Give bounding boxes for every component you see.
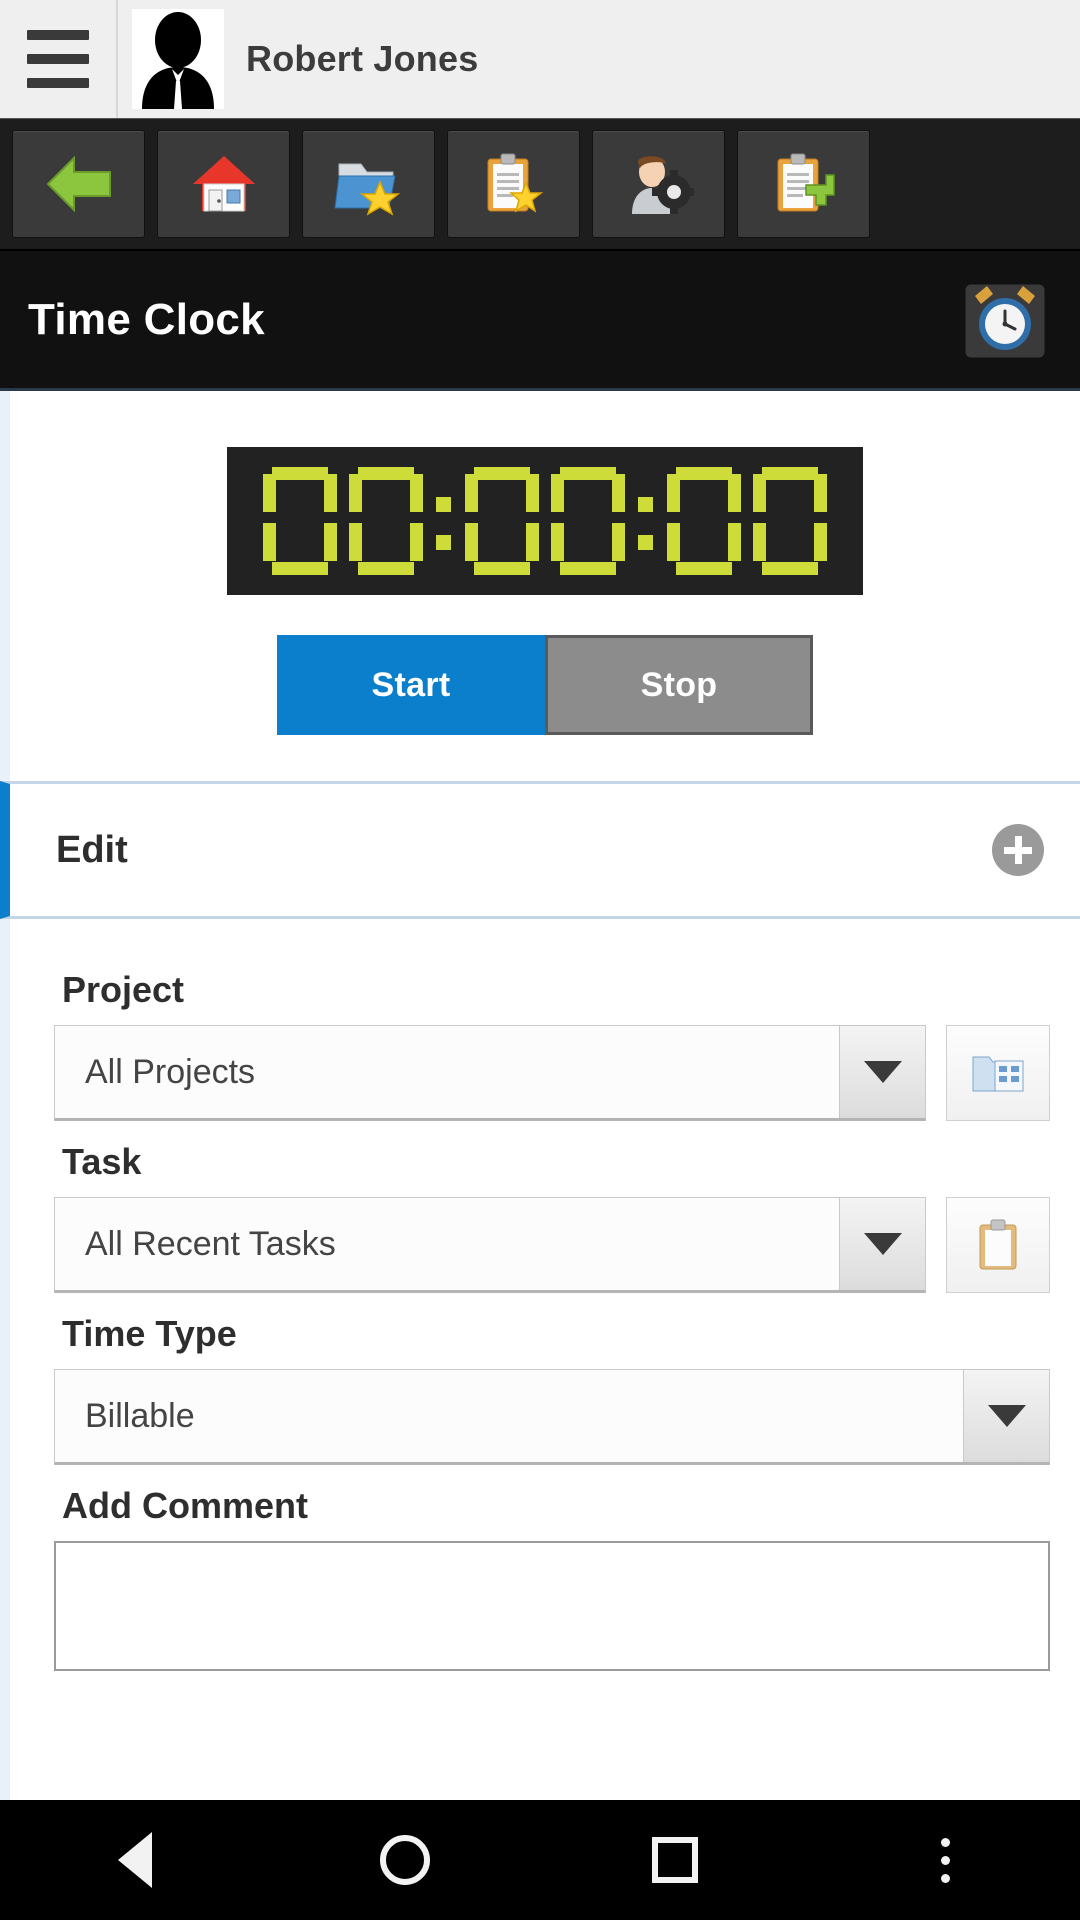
chevron-down-icon[interactable] <box>963 1370 1049 1462</box>
alarm-clock-glyph <box>964 283 1046 358</box>
house-icon <box>192 156 255 212</box>
plus-vertical <box>1015 836 1022 864</box>
folder-browse-glyph <box>972 1056 1024 1092</box>
clipboard-browse-icon[interactable] <box>946 1197 1050 1293</box>
clipboard-browse-glyph <box>979 1219 1017 1270</box>
page-title-bar: Time Clock <box>0 251 1080 391</box>
folder-browse-icon[interactable] <box>946 1025 1050 1121</box>
nav-home-button[interactable] <box>330 1800 480 1920</box>
project-row: All Projects <box>54 1025 1050 1121</box>
project-label: Project <box>62 969 185 1010</box>
page-title: Time Clock <box>28 294 265 344</box>
alarm-clock-icon[interactable] <box>958 277 1052 363</box>
task-label: Task <box>62 1141 142 1182</box>
task-value: All Recent Tasks <box>85 1224 336 1263</box>
timer-digit <box>667 467 741 575</box>
hamburger-bar <box>27 30 89 40</box>
time-type-row: Billable <box>54 1369 1050 1465</box>
timer-controls: Start Stop <box>277 635 813 735</box>
timer-colon <box>631 467 661 575</box>
favorite-tasks-button[interactable] <box>447 130 580 238</box>
comment-input[interactable] <box>54 1541 1050 1671</box>
user-avatar-silhouette <box>142 12 214 109</box>
timer-digit <box>465 467 539 575</box>
three-dots-menu-icon <box>940 1837 950 1883</box>
nav-back-button[interactable] <box>60 1800 210 1920</box>
plus-circle-icon[interactable] <box>992 824 1044 876</box>
timer-panel: Start Stop <box>0 391 1080 781</box>
timer-digit <box>753 467 827 575</box>
android-nav-bar <box>0 1800 1080 1920</box>
triangle-back-icon <box>118 1832 152 1888</box>
back-button[interactable] <box>12 130 145 238</box>
project-value: All Projects <box>85 1052 256 1091</box>
clipboard-plus-icon <box>777 153 835 212</box>
square-recents-icon <box>652 1837 698 1883</box>
chevron-down-icon[interactable] <box>839 1198 925 1290</box>
project-select[interactable]: All Projects <box>54 1025 926 1121</box>
circle-home-icon <box>380 1835 430 1885</box>
green-left-arrow-icon <box>46 155 111 213</box>
timer-digit <box>551 467 625 575</box>
user-settings-button[interactable] <box>592 130 725 238</box>
stop-button[interactable]: Stop <box>545 635 813 735</box>
person-gear-icon <box>631 156 694 214</box>
chevron-down-icon[interactable] <box>839 1026 925 1118</box>
hamburger-bar <box>27 78 89 88</box>
timer-display <box>227 447 863 595</box>
time-type-select[interactable]: Billable <box>54 1369 1050 1465</box>
hamburger-bar <box>27 54 89 64</box>
new-task-button[interactable] <box>737 130 870 238</box>
avatar[interactable] <box>132 9 224 109</box>
nav-overflow-button[interactable] <box>870 1800 1020 1920</box>
home-button[interactable] <box>157 130 290 238</box>
task-row: All Recent Tasks <box>54 1197 1050 1293</box>
app-root: Robert Jones Time Clock Start Stop Edit … <box>0 0 1080 1920</box>
timer-digit <box>349 467 423 575</box>
timer-digit <box>263 467 337 575</box>
edit-section-header: Edit <box>0 781 1080 919</box>
start-button[interactable]: Start <box>277 635 545 735</box>
nav-recents-button[interactable] <box>600 1800 750 1920</box>
clipboard-star-icon <box>487 153 543 213</box>
user-header: Robert Jones <box>0 0 1080 118</box>
comment-label: Add Comment <box>62 1485 308 1526</box>
edit-section-title: Edit <box>56 828 128 871</box>
folder-star-icon <box>333 163 400 216</box>
task-select[interactable]: All Recent Tasks <box>54 1197 926 1293</box>
time-type-label: Time Type <box>62 1313 237 1354</box>
hamburger-menu-icon[interactable] <box>0 0 118 118</box>
favorite-projects-button[interactable] <box>302 130 435 238</box>
timer-colon <box>429 467 459 575</box>
user-name: Robert Jones <box>246 38 479 79</box>
edit-form: Project All Projects Task All Recent Tas… <box>0 919 1080 1800</box>
icon-toolbar <box>0 118 1080 251</box>
time-type-value: Billable <box>85 1396 195 1435</box>
